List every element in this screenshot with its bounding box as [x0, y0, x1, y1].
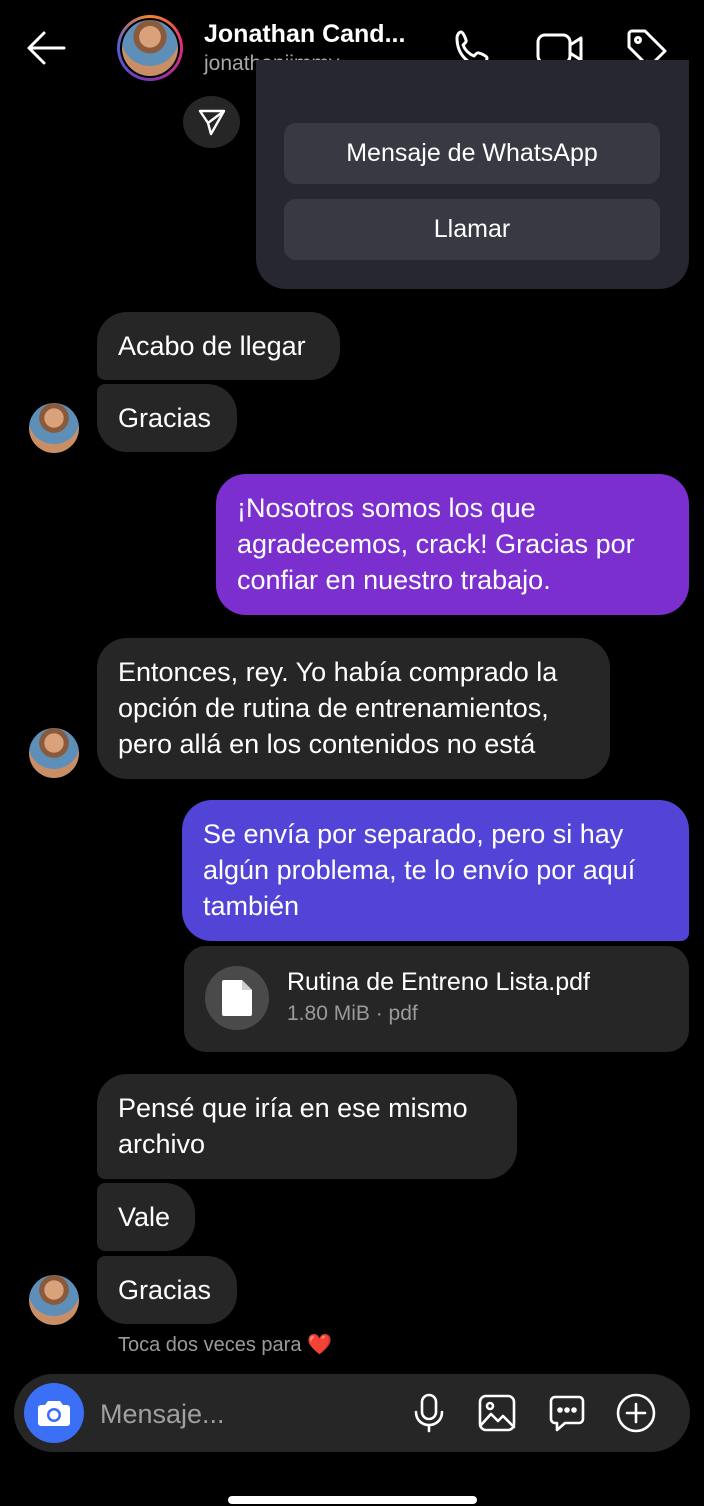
message-input[interactable] [98, 1392, 402, 1436]
heart-icon: ❤️ [307, 1334, 332, 1356]
message-bubble-outgoing[interactable]: ¡Nosotros somos los que agradecemos, cra… [216, 474, 689, 615]
whatsapp-message-button[interactable]: Mensaje de WhatsApp [284, 123, 660, 184]
contact-options-card: Mensaje de WhatsApp Llamar [256, 60, 689, 289]
avatar[interactable] [122, 20, 178, 76]
camera-icon[interactable] [24, 1383, 84, 1443]
message-composer [14, 1374, 690, 1452]
hint-text: Toca dos veces para [118, 1334, 302, 1356]
avatar[interactable] [29, 728, 79, 778]
double-tap-hint: Toca dos veces para ❤️ [118, 1332, 332, 1357]
contact-name[interactable]: Jonathan Cand... [204, 20, 405, 49]
message-bubble-incoming[interactable]: Acabo de llegar [97, 312, 340, 380]
call-button[interactable]: Llamar [284, 199, 660, 260]
plus-circle-icon[interactable] [614, 1391, 658, 1435]
message-bubble-incoming[interactable]: Entonces, rey. Yo había comprado la opci… [97, 638, 610, 779]
home-indicator[interactable] [228, 1496, 477, 1504]
back-arrow-icon[interactable] [22, 24, 70, 72]
message-bubble-incoming[interactable]: Gracias [97, 1256, 237, 1324]
message-bubble-incoming[interactable]: Pensé que iría en ese mismo archivo [97, 1074, 517, 1179]
avatar[interactable] [29, 403, 79, 453]
file-attachment[interactable]: Rutina de Entreno Lista.pdf 1.80 MiB · p… [184, 946, 689, 1052]
microphone-icon[interactable] [407, 1391, 451, 1435]
file-name: Rutina de Entreno Lista.pdf [287, 968, 590, 996]
file-size: 1.80 MiB · pdf [287, 1002, 418, 1025]
message-bubble-incoming[interactable]: Vale [97, 1183, 195, 1251]
send-icon[interactable] [183, 96, 240, 148]
message-bubble-incoming[interactable]: Gracias [97, 384, 237, 452]
avatar[interactable] [29, 1275, 79, 1325]
file-icon [205, 966, 269, 1030]
message-bubble-outgoing[interactable]: Se envía por separado, pero si hay algún… [182, 800, 689, 941]
image-icon[interactable] [475, 1391, 519, 1435]
sticker-chat-icon[interactable] [545, 1391, 589, 1435]
